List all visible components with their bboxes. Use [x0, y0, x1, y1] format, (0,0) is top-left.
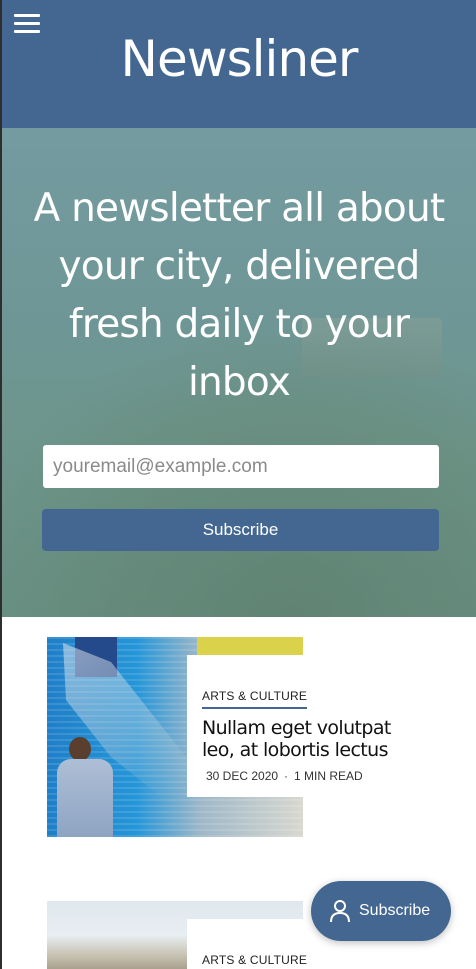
person-icon [330, 900, 350, 923]
site-header: Newsliner [2, 0, 476, 128]
article-date: 30 DEC 2020 [206, 769, 279, 783]
email-input[interactable] [43, 445, 439, 488]
article-card[interactable]: ARTS & CULTURE [47, 901, 367, 969]
hero-headline: A newsletter all about your city, delive… [33, 186, 446, 405]
article-title[interactable]: Nullam eget volutpat leo, at lobortis le… [202, 717, 402, 761]
person-figure [57, 737, 113, 837]
site-title[interactable]: Newsliner [2, 30, 476, 88]
article-meta: 30 DEC 2020 · 1 MIN READ [206, 769, 367, 783]
article-panel: ARTS & CULTURE Nullam eget volutpat leo,… [187, 655, 391, 797]
floating-subscribe-button[interactable]: Subscribe [311, 881, 451, 941]
article-card[interactable]: ARTS & CULTURE Nullam eget volutpat leo,… [47, 637, 391, 837]
subscribe-button[interactable]: Subscribe [42, 509, 439, 551]
article-category[interactable]: ARTS & CULTURE [202, 953, 307, 969]
article-read-time: 1 MIN READ [294, 769, 363, 783]
article-category[interactable]: ARTS & CULTURE [202, 689, 308, 709]
floating-subscribe-label: Subscribe [359, 902, 431, 919]
hero-section: A newsletter all about your city, delive… [2, 128, 476, 617]
meta-separator: · [284, 769, 289, 783]
